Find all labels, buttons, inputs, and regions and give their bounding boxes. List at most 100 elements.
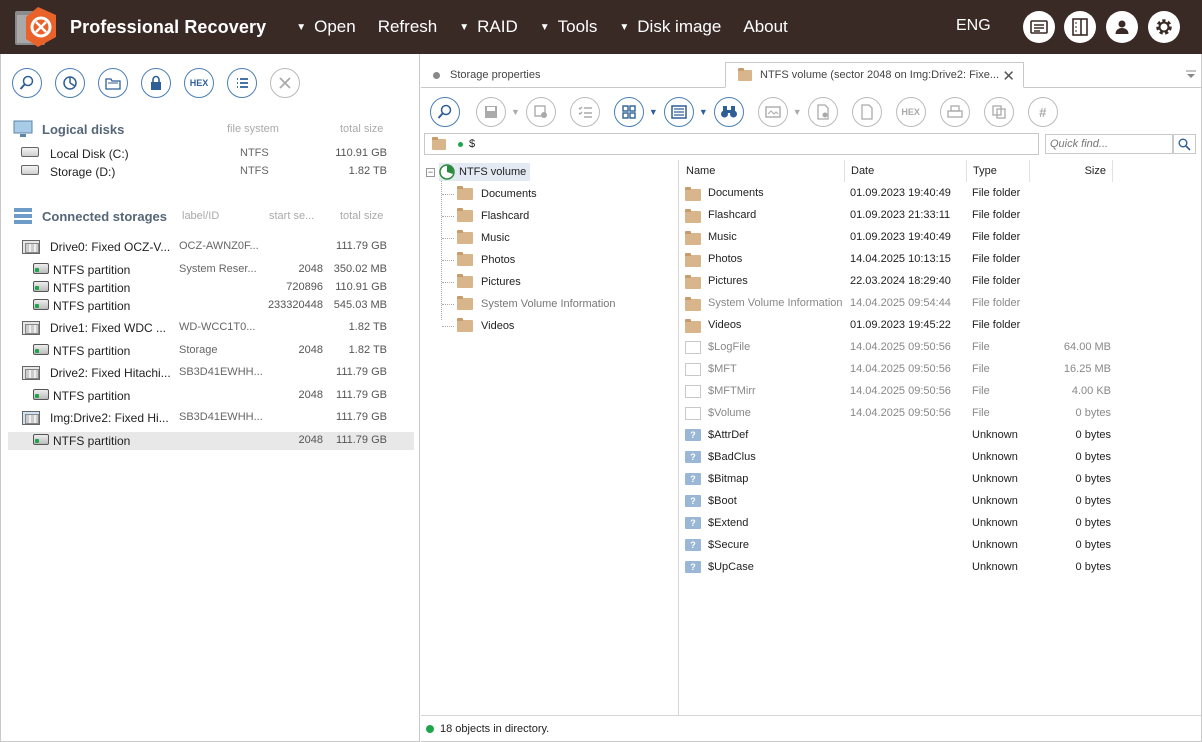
partition-row[interactable]: NTFS partition System Reser... 2048 350.…: [8, 261, 414, 279]
column-name[interactable]: Name: [680, 160, 845, 182]
column-date[interactable]: Date: [845, 160, 967, 182]
collapse-icon[interactable]: −: [426, 168, 435, 177]
partition-row[interactable]: NTFS partition 2048 111.79 GB: [8, 387, 414, 405]
tree-node-folder[interactable]: Pictures: [457, 273, 521, 291]
file-row[interactable]: ? $AttrDef Unknown 0 bytes: [680, 424, 1201, 446]
partition-row[interactable]: NTFS partition 2048 111.79 GB: [8, 432, 414, 450]
account-button[interactable]: [1106, 11, 1138, 43]
file-row[interactable]: Flashcard 01.09.2023 21:33:11 File folde…: [680, 204, 1201, 226]
tree-node-folder[interactable]: Videos: [457, 317, 514, 335]
quick-find-button[interactable]: [1173, 134, 1196, 154]
drive-row[interactable]: Drive2: Fixed Hitachi... SB3D41EWHH... 1…: [8, 364, 414, 382]
view-mode-dropdown-icon[interactable]: ▼: [649, 107, 658, 117]
menu-raid[interactable]: ▼ RAID: [459, 17, 518, 37]
file-row[interactable]: $MFT 14.04.2025 09:50:56 File 16.25 MB: [680, 358, 1201, 380]
menu-disk-image[interactable]: ▼ Disk image: [619, 17, 721, 37]
encryption-button[interactable]: [141, 68, 171, 98]
file-row[interactable]: $Volume 14.04.2025 09:50:56 File 0 bytes: [680, 402, 1201, 424]
properties-button[interactable]: [227, 68, 257, 98]
file-row[interactable]: System Volume Information 14.04.2025 09:…: [680, 292, 1201, 314]
quick-find-input[interactable]: [1045, 134, 1173, 154]
partition-row[interactable]: NTFS partition Storage 2048 1.82 TB: [8, 342, 414, 360]
gear-icon: [1156, 19, 1172, 35]
drive-row[interactable]: Drive1: Fixed WDC ... WD-WCC1T0... 1.82 …: [8, 319, 414, 337]
file-row[interactable]: ? $BadClus Unknown 0 bytes: [680, 446, 1201, 468]
logical-disk-row[interactable]: Storage (D:) NTFS 1.82 TB: [8, 163, 414, 181]
menu-about[interactable]: About: [743, 17, 787, 37]
menu-open[interactable]: ▼ Open: [296, 17, 356, 37]
save-all-button[interactable]: [525, 97, 556, 127]
file-list: Name Date Type Size Documents 01.09.2023…: [680, 160, 1201, 715]
file-row[interactable]: ? $Secure Unknown 0 bytes: [680, 534, 1201, 556]
column-size[interactable]: Size: [1030, 160, 1113, 182]
scan-button[interactable]: [12, 68, 42, 98]
file-row[interactable]: ? $Bitmap Unknown 0 bytes: [680, 468, 1201, 490]
tree-node-folder[interactable]: Music: [457, 229, 510, 247]
hex-view-button[interactable]: HEX: [895, 97, 926, 127]
file-row[interactable]: ? $Extend Unknown 0 bytes: [680, 512, 1201, 534]
drive-icon: [22, 240, 40, 254]
save-dropdown-icon[interactable]: ▼: [511, 107, 520, 117]
logical-disk-row[interactable]: Local Disk (C:) NTFS 110.91 GB: [8, 145, 414, 163]
log-button[interactable]: [1023, 11, 1055, 43]
partition-row[interactable]: NTFS partition 233320448 545.03 MB: [8, 297, 414, 315]
file-row[interactable]: Photos 14.04.2025 10:13:15 File folder: [680, 248, 1201, 270]
tab-storage-properties[interactable]: Storage properties: [421, 62, 724, 88]
hash-button[interactable]: #: [1027, 97, 1058, 127]
language-selector[interactable]: ENG: [956, 17, 991, 35]
drive-row[interactable]: Drive0: Fixed OCZ-V... OCZ-AWNZ0F... 111…: [8, 238, 414, 256]
storage-panel: HEX Logical disks file system total size…: [0, 54, 420, 742]
tab-ntfs-volume[interactable]: NTFS volume (sector 2048 on Img:Drive2: …: [725, 62, 1024, 88]
column-total-size: total size: [340, 123, 384, 135]
file-row[interactable]: Music 01.09.2023 19:40:49 File folder: [680, 226, 1201, 248]
checklist-icon: [578, 106, 592, 118]
open-image-button[interactable]: [98, 68, 128, 98]
monitor-icon: [13, 120, 33, 137]
tab-close-icon[interactable]: ✕: [1002, 67, 1015, 85]
panel-layout-button[interactable]: [1064, 11, 1096, 43]
search-button[interactable]: [430, 97, 460, 127]
file-row[interactable]: Videos 01.09.2023 19:45:22 File folder: [680, 314, 1201, 336]
file-row[interactable]: ? $UpCase Unknown 0 bytes: [680, 556, 1201, 578]
copy-button[interactable]: [983, 97, 1014, 127]
file-row[interactable]: Pictures 22.03.2024 18:29:40 File folder: [680, 270, 1201, 292]
tree-node-folder[interactable]: Photos: [457, 251, 515, 269]
partition-search-button[interactable]: [55, 68, 85, 98]
tree-node-folder[interactable]: System Volume Information: [457, 295, 616, 313]
print-button[interactable]: [939, 97, 970, 127]
folder-icon: [685, 297, 701, 311]
hex-view-button[interactable]: HEX: [184, 68, 214, 98]
menu-refresh[interactable]: Refresh: [378, 17, 438, 37]
close-storage-button[interactable]: [270, 68, 300, 98]
file-icon: [685, 363, 701, 376]
hash-icon: #: [1039, 104, 1047, 120]
file-row[interactable]: ? $Boot Unknown 0 bytes: [680, 490, 1201, 512]
menu-tools[interactable]: ▼ Tools: [540, 17, 598, 37]
file-row[interactable]: $MFTMirr 14.04.2025 09:50:56 File 4.00 K…: [680, 380, 1201, 402]
tree-node-root[interactable]: NTFS volume: [439, 163, 531, 181]
panel-view-dropdown-icon[interactable]: ▼: [699, 107, 708, 117]
dropdown-arrow-icon: ▼: [296, 21, 307, 33]
settings-button[interactable]: [1148, 11, 1180, 43]
path-bar[interactable]: $: [424, 133, 1039, 155]
file-row[interactable]: $LogFile 14.04.2025 09:50:56 File 64.00 …: [680, 336, 1201, 358]
file-view-button[interactable]: [851, 97, 882, 127]
file-row[interactable]: Documents 01.09.2023 19:40:49 File folde…: [680, 182, 1201, 204]
partition-row[interactable]: NTFS partition 720896 110.91 GB: [8, 279, 414, 297]
drive-row[interactable]: Img:Drive2: Fixed Hi... SB3D41EWHH... 11…: [8, 409, 414, 427]
checklist-button[interactable]: [569, 97, 600, 127]
column-type[interactable]: Type: [967, 160, 1030, 182]
panel-view-button[interactable]: [663, 97, 694, 127]
find-button[interactable]: [713, 97, 744, 127]
unknown-file-icon: ?: [685, 451, 701, 463]
file-properties-button[interactable]: [807, 97, 838, 127]
tree-node-folder[interactable]: Flashcard: [457, 207, 529, 225]
preview-button[interactable]: [757, 97, 788, 127]
preview-dropdown-icon[interactable]: ▼: [793, 107, 802, 117]
folder-icon: [457, 208, 473, 222]
tree-node-folder[interactable]: Documents: [457, 185, 537, 203]
tab-list-icon[interactable]: [1185, 69, 1197, 83]
dropdown-arrow-icon: ▼: [619, 21, 630, 33]
view-mode-button[interactable]: [613, 97, 644, 127]
save-button[interactable]: [476, 97, 506, 127]
